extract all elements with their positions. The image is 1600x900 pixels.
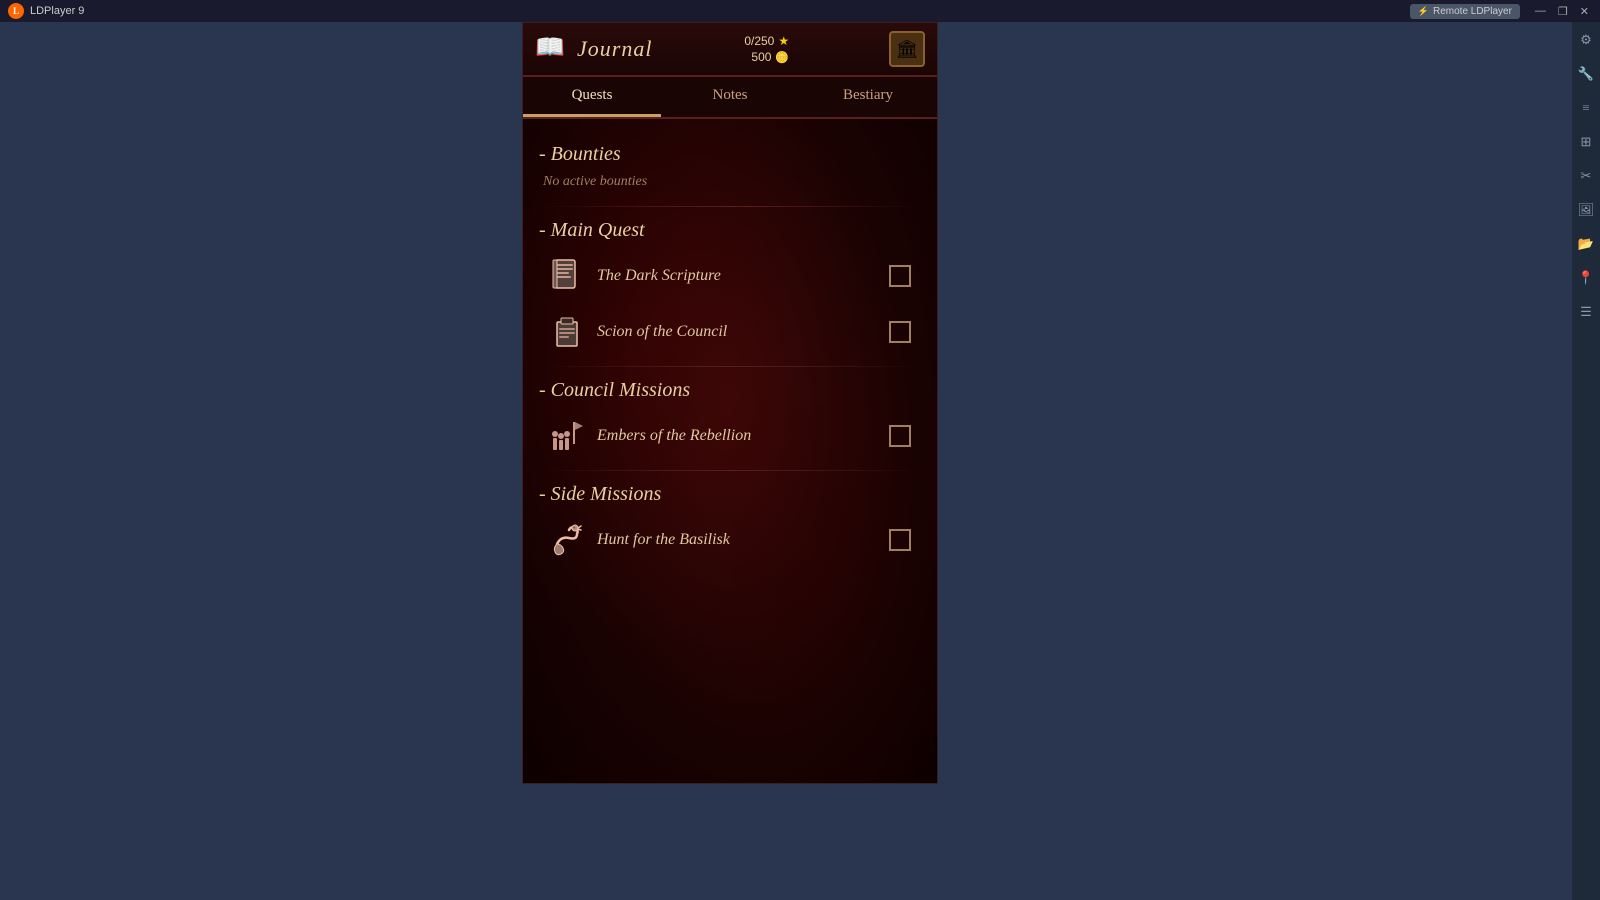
section-side: Side Missions <box>539 483 921 506</box>
coin-icon: 🪙 <box>775 51 789 64</box>
quest-name-basilisk: Hunt for the Basilisk <box>597 531 877 549</box>
quest-checkbox-basilisk[interactable] <box>889 529 911 551</box>
window-controls: — ❐ ✕ <box>1532 5 1592 18</box>
section-council: Council Missions <box>539 379 921 402</box>
quest-checkbox-dark-scripture[interactable] <box>889 265 911 287</box>
quest-checkbox-scion[interactable] <box>889 321 911 343</box>
progress-value: 0/250 <box>744 34 774 48</box>
app-title: LDPlayer 9 <box>30 5 84 17</box>
top-bar: L LDPlayer 9 Remote LDPlayer — ❐ ✕ <box>0 0 1600 22</box>
quest-name-embers: Embers of the Rebellion <box>597 427 877 445</box>
journal-title: Journal <box>577 36 652 62</box>
quest-item-dark-scripture[interactable]: The Dark Scripture <box>539 250 921 302</box>
quest-item-basilisk[interactable]: Hunt for the Basilisk <box>539 514 921 566</box>
sidebar-icon-1[interactable]: ⚙ <box>1576 30 1596 50</box>
divider-1 <box>539 206 921 207</box>
section-main-quest: Main Quest <box>539 219 921 242</box>
sidebar-icon-4[interactable]: ⊞ <box>1576 132 1596 152</box>
sidebar-icon-7[interactable]: 📂 <box>1576 234 1596 254</box>
quest-name-dark-scripture: The Dark Scripture <box>597 267 877 285</box>
divider-2 <box>539 366 921 367</box>
quest-item-scion[interactable]: Scion of the Council <box>539 306 921 358</box>
divider-3 <box>539 470 921 471</box>
tab-quests[interactable]: Quests <box>523 77 661 117</box>
quest-icon-basilisk <box>549 522 585 558</box>
sidebar-icon-8[interactable]: 📍 <box>1576 268 1596 288</box>
quest-icon-scion <box>549 314 585 350</box>
sidebar-icon-9[interactable]: ☰ <box>1576 302 1596 322</box>
journal-panel: 📖 Journal 0/250 ★ 500 🪙 🏛 Quests Notes B… <box>522 22 938 784</box>
star-icon: ★ <box>778 34 789 48</box>
tab-bestiary[interactable]: Bestiary <box>799 77 937 117</box>
journal-book-icon: 📖 <box>535 33 567 65</box>
sidebar-icon-6[interactable]: 🖼 <box>1576 200 1596 220</box>
stat-progress: 0/250 ★ <box>744 34 789 48</box>
section-bounties: Bounties <box>539 143 921 166</box>
chest-icon-area[interactable]: 🏛 <box>889 31 925 67</box>
sidebar-icon-3[interactable]: ≡ <box>1576 98 1596 118</box>
minimize-button[interactable]: — <box>1532 5 1549 18</box>
top-bar-left: L LDPlayer 9 <box>8 3 84 19</box>
right-sidebar: ⚙ 🔧 ≡ ⊞ ✂ 🖼 📂 📍 ☰ <box>1572 22 1600 900</box>
quest-icon-embers <box>549 418 585 454</box>
tabs: Quests Notes Bestiary <box>523 77 937 119</box>
sidebar-icon-2[interactable]: 🔧 <box>1576 64 1596 84</box>
close-button[interactable]: ✕ <box>1577 5 1592 18</box>
top-bar-right: Remote LDPlayer — ❐ ✕ <box>1410 4 1592 19</box>
ld-logo: L <box>8 3 24 19</box>
journal-title-area: 📖 Journal <box>535 33 652 65</box>
quest-icon-dark-scripture <box>549 258 585 294</box>
remote-ldplayer-button[interactable]: Remote LDPlayer <box>1410 4 1520 19</box>
journal-stats: 0/250 ★ 500 🪙 <box>744 34 789 64</box>
restore-button[interactable]: ❐ <box>1555 5 1571 18</box>
no-bounties-text: No active bounties <box>543 174 921 190</box>
tab-notes[interactable]: Notes <box>661 77 799 117</box>
quest-item-embers[interactable]: Embers of the Rebellion <box>539 410 921 462</box>
journal-header: 📖 Journal 0/250 ★ 500 🪙 🏛 <box>523 23 937 77</box>
stat-currency: 500 🪙 <box>751 50 789 64</box>
quest-checkbox-embers[interactable] <box>889 425 911 447</box>
sidebar-icon-5[interactable]: ✂ <box>1576 166 1596 186</box>
currency-value: 500 <box>751 50 771 64</box>
quest-name-scion: Scion of the Council <box>597 323 877 341</box>
chest-icon: 🏛 <box>889 31 925 67</box>
journal-content: Bounties No active bounties Main Quest T… <box>523 119 937 769</box>
